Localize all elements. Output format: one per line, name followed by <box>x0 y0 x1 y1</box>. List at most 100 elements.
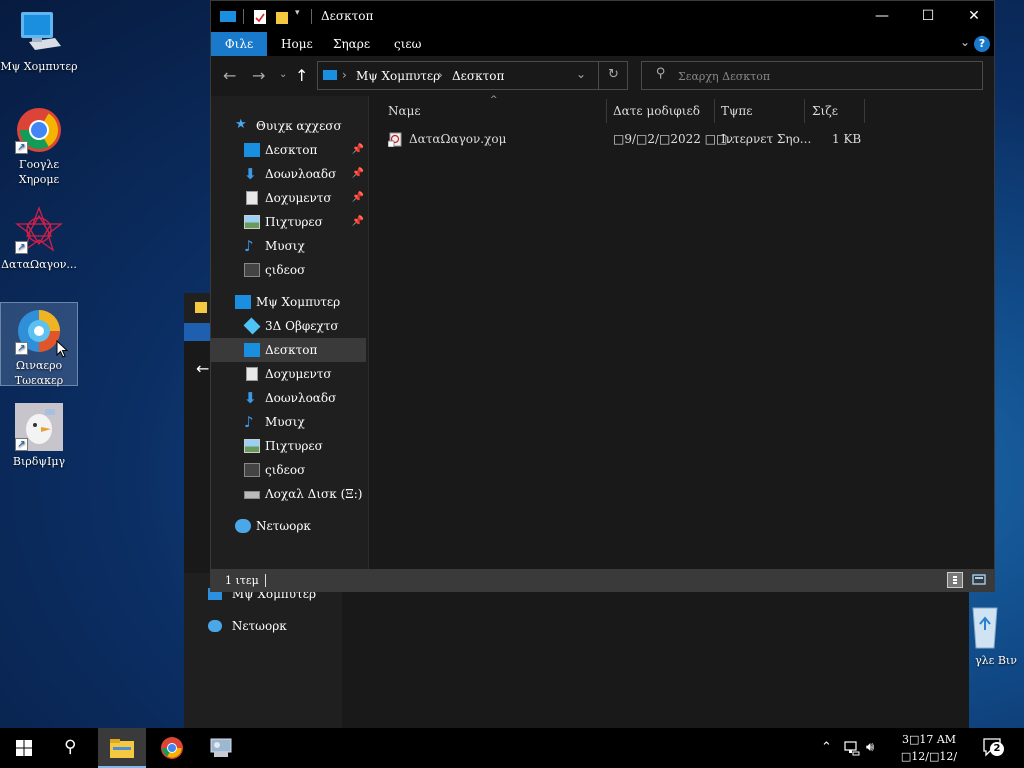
nav-item-desktop-selected[interactable]: Δεσκτοπ <box>211 338 366 362</box>
breadcrumb-desktop[interactable]: Δεσκτοπ <box>452 69 504 83</box>
tab-file[interactable]: Φιλε <box>211 32 267 56</box>
recent-locations-chevron-icon[interactable]: ⌄ <box>279 69 287 80</box>
column-header-name[interactable]: Ναμε <box>388 104 421 118</box>
breadcrumb-separator-icon: › <box>342 68 347 82</box>
tab-home[interactable]: Ηομε <box>271 32 323 56</box>
back-button[interactable]: ← <box>223 66 236 85</box>
nav-item-videos-2[interactable]: ςιδεοσ <box>211 458 366 482</box>
taskbar-search-button[interactable]: ⚲ <box>48 728 96 768</box>
address-dropdown-chevron-icon[interactable]: ⌄ <box>576 67 586 81</box>
back-arrow-icon[interactable]: ← <box>196 359 209 378</box>
network-status-icon[interactable] <box>844 740 860 756</box>
desktop-icon-google-chrome[interactable]: ↗ Γοογλε Χηρομε <box>0 106 78 187</box>
refresh-icon[interactable]: ↻ <box>608 67 619 82</box>
taskbar-control-panel[interactable] <box>197 728 245 768</box>
customize-quick-access-icon[interactable]: ▾ <box>295 8 300 18</box>
volume-icon[interactable]: 🔊︎ <box>866 740 874 755</box>
item-count: 1 ιτεμ <box>225 574 259 587</box>
nav-item-network[interactable]: Νετωορκ <box>211 514 366 538</box>
desktop-icon-label: Γοογλε Χηρομε <box>18 158 60 186</box>
new-folder-icon[interactable] <box>275 9 289 25</box>
search-input[interactable] <box>678 67 968 85</box>
nav-item-documents[interactable]: Δοχυμεντσ 📌 <box>211 186 366 210</box>
nav-item-label: Πιχτυρεσ <box>265 439 323 453</box>
desktop-icon-label: Μψ Χομπυτερ <box>0 60 78 73</box>
breadcrumb-my-computer[interactable]: Μψ Χομπυτερ <box>356 69 440 83</box>
mouse-cursor-icon <box>56 340 68 358</box>
status-bar: 1 ιτεμ <box>211 569 994 592</box>
desktop-icon-my-computer[interactable]: Μψ Χομπυτερ <box>0 8 78 74</box>
nav-item-pictures[interactable]: Πιχτυρεσ 📌 <box>211 210 366 234</box>
nav-item-3d-objects[interactable]: 3Δ Οβφεχτσ <box>211 314 366 338</box>
nav-item-downloads[interactable]: ⬇ Δοωνλοαδσ 📌 <box>211 162 366 186</box>
computer-icon <box>235 295 251 309</box>
nav-item-music-2[interactable]: ♪ Μυσιχ <box>211 410 366 434</box>
maximize-button[interactable]: ☐ <box>905 1 951 32</box>
up-button[interactable]: ↑ <box>295 66 308 85</box>
nav-item-label: Νετωορκ <box>256 519 311 533</box>
divider <box>311 9 312 24</box>
minimize-button[interactable]: — <box>859 1 905 32</box>
column-divider[interactable] <box>606 99 607 123</box>
tab-share[interactable]: Σηαρε <box>323 32 380 56</box>
clock[interactable]: 3□17 AM □12/□12/□2022 <box>884 731 974 768</box>
background-window-file-tab[interactable] <box>184 323 212 341</box>
file-date: □9/□2/□2022 □□... <box>613 132 739 146</box>
large-icons-view-button[interactable] <box>971 572 987 588</box>
video-icon <box>244 263 260 277</box>
desktop-icon-birdyimg[interactable]: ↗ ΒιρδψΙμγ <box>0 403 78 469</box>
explorer-window[interactable]: ▾ Δεσκτοπ — ☐ ✕ Φιλε Ηομε Σηαρε ςιεω ⌄ ?… <box>210 0 995 592</box>
column-header-date-modified[interactable]: Δατε μοδιφιεδ <box>613 104 700 118</box>
address-divider <box>598 62 599 89</box>
notification-count: 2 <box>990 742 1004 756</box>
file-row[interactable]: ΔαταΩαγον.χομ □9/□2/□2022 □□... Ιντερνετ… <box>370 128 994 150</box>
show-hidden-icons-chevron-icon[interactable]: ⌃ <box>821 740 832 755</box>
nav-item-downloads-2[interactable]: ⬇ Δοωνλοαδσ <box>211 386 366 410</box>
search-box[interactable]: ⚲ <box>641 61 983 90</box>
action-center-button[interactable]: 2 <box>982 737 1004 757</box>
nav-item-local-disk[interactable]: Λοχαλ Δισκ (Ξ:) <box>211 482 366 506</box>
start-button[interactable] <box>0 728 48 768</box>
download-arrow-icon: ⬇ <box>244 165 257 183</box>
file-list[interactable]: ^ Ναμε Δατε μοδιφιεδ Τψπε Σιζε ΔαταΩαγον… <box>370 95 994 569</box>
large-icons-view-icon <box>972 574 986 585</box>
taskbar-google-chrome[interactable] <box>148 728 196 768</box>
title-bar[interactable]: ▾ Δεσκτοπ — ☐ ✕ <box>211 1 994 32</box>
help-icon[interactable]: ? <box>974 36 990 52</box>
nav-item-my-computer[interactable]: Μψ Χομπυτερ <box>211 290 366 314</box>
address-bar[interactable]: › Μψ Χομπυτερ › Δεσκτοπ ⌄ ↻ <box>317 61 628 90</box>
pin-icon[interactable]: 📌 <box>352 162 364 186</box>
column-header-size[interactable]: Σιζε <box>812 104 838 118</box>
nav-item-pictures-2[interactable]: Πιχτυρεσ <box>211 434 366 458</box>
nav-item-network[interactable]: Νετωορκ <box>208 619 287 633</box>
nav-item-label: Νετωορκ <box>231 619 287 633</box>
window-title: Δεσκτοπ <box>321 9 374 23</box>
forward-button[interactable]: → <box>252 66 265 85</box>
pin-icon[interactable]: 📌 <box>352 186 364 210</box>
close-button[interactable]: ✕ <box>951 1 997 32</box>
nav-item-documents-2[interactable]: Δοχυμεντσ <box>211 362 366 386</box>
details-view-button[interactable] <box>947 572 963 588</box>
pin-icon[interactable]: 📌 <box>352 210 364 234</box>
nav-item-videos[interactable]: ςιδεοσ <box>211 258 366 282</box>
music-note-icon: ♪ <box>244 237 254 255</box>
taskbar-file-explorer[interactable] <box>98 728 146 768</box>
chrome-icon: ↗ <box>15 106 63 154</box>
network-icon <box>208 620 222 632</box>
column-header-type[interactable]: Τψπε <box>721 104 753 118</box>
expand-ribbon-chevron-icon[interactable]: ⌄ <box>960 35 970 49</box>
pin-icon[interactable]: 📌 <box>352 138 364 162</box>
nav-item-label: Πιχτυρεσ <box>265 215 323 229</box>
properties-icon[interactable] <box>253 9 267 25</box>
nav-item-desktop[interactable]: Δεσκτοπ 📌 <box>211 138 366 162</box>
shortcut-arrow-icon: ↗ <box>15 342 28 355</box>
column-divider[interactable] <box>714 99 715 123</box>
desktop-icon-datawagon[interactable]: ↗ ΔαταΩαγον... <box>0 206 78 272</box>
navigation-pane: ★ Θυιχκ αχχεσσ Δεσκτοπ 📌 ⬇ Δοωνλοαδσ 📌 Δ… <box>211 96 369 569</box>
column-divider[interactable] <box>864 99 865 123</box>
nav-item-music[interactable]: ♪ Μυσιχ <box>211 234 366 258</box>
tab-view[interactable]: ςιεω <box>384 32 431 56</box>
nav-item-quick-access[interactable]: ★ Θυιχκ αχχεσσ <box>211 114 366 138</box>
column-divider[interactable] <box>804 99 805 123</box>
windows-logo-icon <box>16 740 32 756</box>
